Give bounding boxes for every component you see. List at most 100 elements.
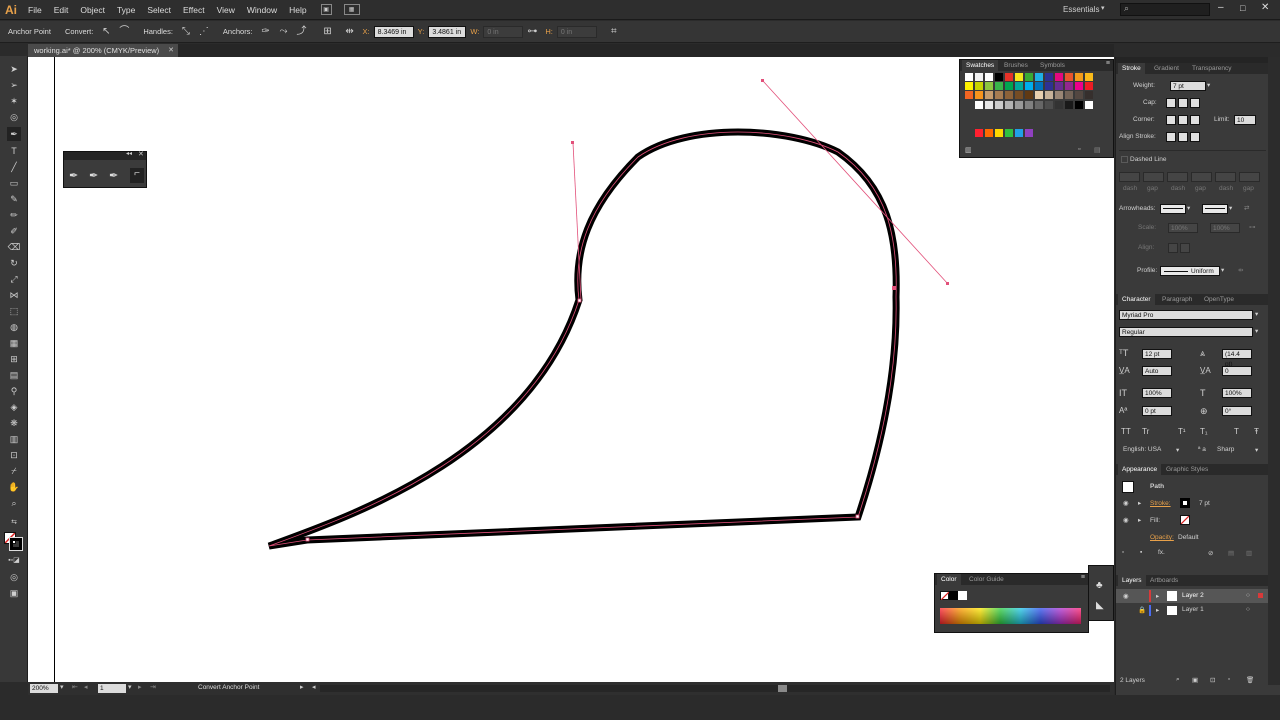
color-swatch[interactable] xyxy=(1055,101,1063,109)
color-swatch[interactable] xyxy=(965,91,973,99)
artboard-dropdown-icon[interactable]: ▾ xyxy=(128,683,132,691)
color-swatch[interactable] xyxy=(1005,82,1013,90)
color-none-swatch[interactable] xyxy=(940,591,949,600)
arrowhead-end[interactable] xyxy=(1202,204,1228,214)
layer-1-target-icon[interactable]: ○ xyxy=(1246,606,1250,613)
arrange-docs-icon[interactable]: ▦ xyxy=(343,4,360,15)
cap-square-icon[interactable] xyxy=(1190,98,1200,108)
color-swatch[interactable] xyxy=(1085,73,1093,81)
menu-help[interactable]: Help xyxy=(283,0,312,20)
color-black-swatch[interactable] xyxy=(949,591,958,600)
dash-gap-field[interactable] xyxy=(1239,172,1260,182)
arrowhead-end-dropdown-icon[interactable]: ▾ xyxy=(1229,204,1232,212)
close-window-icon[interactable]: ✕ xyxy=(1261,2,1269,13)
layer-1-name[interactable]: Layer 1 xyxy=(1182,606,1204,613)
isolate-icon[interactable]: ⌗ xyxy=(607,25,621,39)
profile-dropdown[interactable]: Uniform xyxy=(1160,266,1220,276)
color-swatch[interactable] xyxy=(1015,101,1023,109)
dash-gap-field[interactable] xyxy=(1191,172,1212,182)
align-outside-icon[interactable] xyxy=(1190,132,1200,142)
baseline-shift-field[interactable]: 0 pt xyxy=(1142,406,1172,416)
layer-2-target-icon[interactable]: ○ xyxy=(1246,592,1250,599)
color-swatch[interactable] xyxy=(1085,91,1093,99)
line-tool-icon[interactable]: ╱ xyxy=(7,160,21,174)
blob-brush-tool-icon[interactable]: ✐ xyxy=(7,224,21,238)
color-swatch[interactable] xyxy=(1005,91,1013,99)
color-swatch[interactable] xyxy=(1045,73,1053,81)
flyout-close-icon[interactable]: ✕ xyxy=(138,150,144,158)
dash-gap-field[interactable] xyxy=(1215,172,1236,182)
color-swatch[interactable] xyxy=(985,82,993,90)
convert-corner-icon[interactable]: ↖ xyxy=(99,25,113,39)
swap-default-colors-icon[interactable]: ⇆ xyxy=(7,516,21,530)
profile-dropdown-icon[interactable]: ▾ xyxy=(1221,266,1224,274)
width-tool-icon[interactable]: ⋈ xyxy=(7,288,21,302)
layer-row-1[interactable]: 🔒 ▸ Layer 1 ○ xyxy=(1116,604,1268,617)
prev-artboard-icon[interactable]: ◂ xyxy=(84,683,88,691)
color-swatch[interactable] xyxy=(1025,91,1033,99)
screen-mode-icon[interactable]: ▣ xyxy=(7,586,21,600)
tab-paragraph[interactable]: Paragraph xyxy=(1158,294,1196,305)
flyout-collapse-icon[interactable]: ◂◂ xyxy=(126,150,132,157)
tab-artboards[interactable]: Artboards xyxy=(1146,575,1182,586)
new-swatch-icon[interactable]: ▫ xyxy=(1078,146,1080,153)
strikethrough-button[interactable]: Ŧ xyxy=(1254,427,1259,436)
document-tab[interactable]: working.ai* @ 200% (CMYK/Preview) ✕ xyxy=(28,44,178,57)
cut-path-icon[interactable]: ⤴ xyxy=(295,25,309,39)
tab-appearance[interactable]: Appearance xyxy=(1118,464,1162,475)
color-swatch[interactable] xyxy=(1065,82,1073,90)
horizontal-scrollbar[interactable] xyxy=(320,685,1110,692)
color-swatch[interactable] xyxy=(1065,73,1073,81)
color-swatch[interactable] xyxy=(1065,101,1073,109)
color-swatch[interactable] xyxy=(975,101,983,109)
perspective-grid-tool-icon[interactable]: ▦ xyxy=(7,336,21,350)
eyedropper-tool-icon[interactable]: ⚲ xyxy=(7,384,21,398)
workspace-switcher[interactable]: Essentials xyxy=(1063,5,1099,14)
corner-round-icon[interactable] xyxy=(1178,115,1188,125)
menu-window[interactable]: Window xyxy=(241,0,283,20)
pencil-tool-icon[interactable]: ✏ xyxy=(7,208,21,222)
color-swatch[interactable] xyxy=(1085,82,1093,90)
next-artboard-icon[interactable]: ▸ xyxy=(138,683,142,691)
color-swatch[interactable] xyxy=(1015,82,1023,90)
convert-anchor-icon[interactable]: ⌐ xyxy=(130,168,144,183)
dash-gap-field[interactable] xyxy=(1143,172,1164,182)
status-menu-icon[interactable]: ▸ xyxy=(300,683,304,691)
corner-bevel-icon[interactable] xyxy=(1190,115,1200,125)
tab-symbols[interactable]: Symbols xyxy=(1036,60,1069,71)
scale-start-field[interactable]: 100% xyxy=(1168,223,1198,233)
color-swatch[interactable] xyxy=(1025,129,1033,137)
connect-anchor-icon[interactable]: ⤳ xyxy=(277,25,291,39)
gradient-tool-icon[interactable]: ▤ xyxy=(7,368,21,382)
vertical-scrollbar[interactable] xyxy=(1268,57,1280,685)
stroke-weight-value[interactable]: 7 pt xyxy=(1199,500,1210,507)
layer-row-2[interactable]: ◉ ▸ Layer 2 ○ xyxy=(1116,589,1268,603)
artboard-field[interactable]: 1 xyxy=(98,684,126,693)
add-stroke-icon[interactable]: ▫ xyxy=(1122,549,1124,556)
dashed-line-checkbox[interactable] xyxy=(1121,156,1128,163)
color-swatch[interactable] xyxy=(1075,82,1083,90)
h-field[interactable]: 0 in xyxy=(556,25,597,38)
weight-field[interactable]: 7 pt xyxy=(1170,81,1206,91)
color-swatch[interactable] xyxy=(1065,91,1073,99)
tab-color[interactable]: Color xyxy=(937,574,961,585)
drawing-mode-icon[interactable]: ◎ xyxy=(7,570,21,584)
close-tab-icon[interactable]: ✕ xyxy=(168,44,174,57)
align-inside-icon[interactable] xyxy=(1178,132,1188,142)
color-swatch[interactable] xyxy=(1045,91,1053,99)
tracking-field[interactable]: 0 xyxy=(1222,366,1252,376)
color-swatch[interactable] xyxy=(985,129,993,137)
leading-field[interactable]: (14.4 pt) xyxy=(1222,349,1252,368)
delete-anchor-icon[interactable]: ✒ xyxy=(109,169,118,182)
color-swatch[interactable] xyxy=(1015,91,1023,99)
type-tool-icon[interactable]: T xyxy=(7,144,21,158)
dock-icon-graphic-styles[interactable]: ◣ xyxy=(1096,600,1104,611)
color-swatch[interactable] xyxy=(1005,129,1013,137)
align-center-icon[interactable] xyxy=(1166,132,1176,142)
paintbrush-tool-icon[interactable]: ✎ xyxy=(7,192,21,206)
color-swatch[interactable] xyxy=(1055,91,1063,99)
hide-handles-icon[interactable]: ⋰ xyxy=(197,25,211,39)
color-swatch[interactable] xyxy=(985,101,993,109)
new-sublayer-icon[interactable]: ⊡ xyxy=(1210,676,1215,684)
swap-arrowheads-icon[interactable]: ⇄ xyxy=(1244,204,1249,212)
